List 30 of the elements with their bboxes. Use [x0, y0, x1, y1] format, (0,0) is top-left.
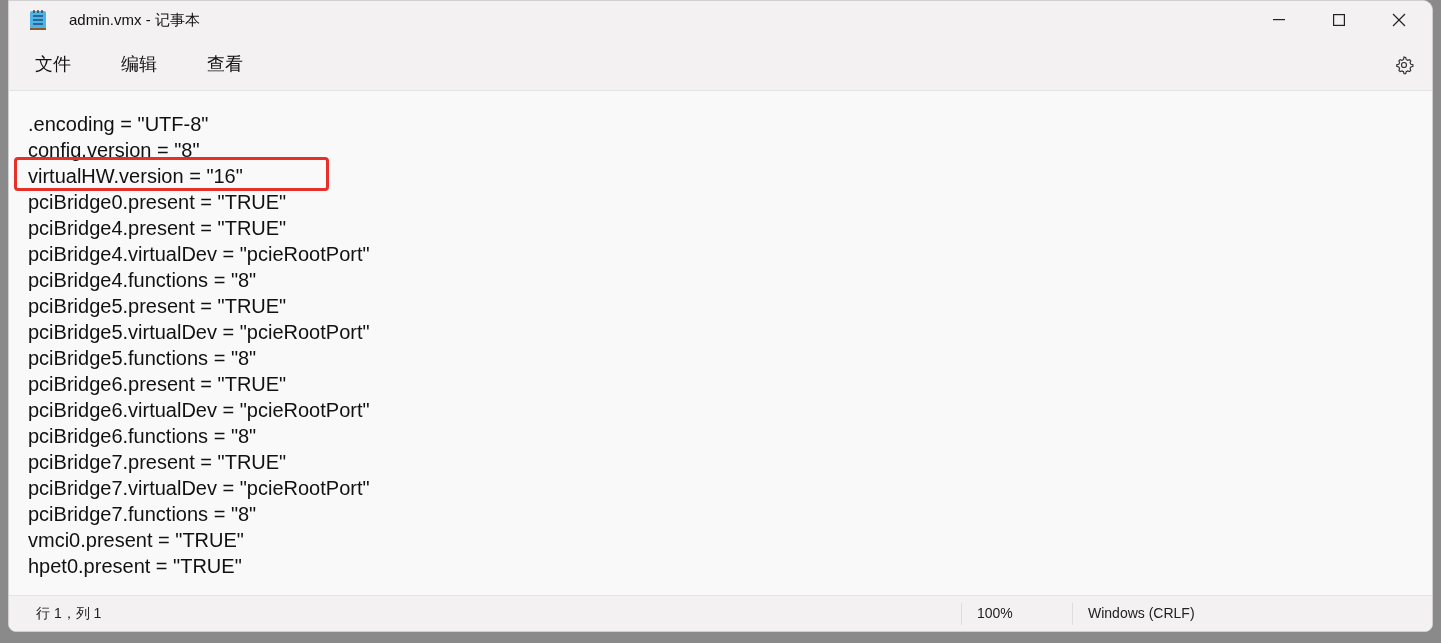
code-line: pciBridge6.present = "TRUE": [28, 372, 287, 397]
code-line: pciBridge6.functions = "8": [28, 424, 257, 449]
code-line: pciBridge5.functions = "8": [28, 346, 257, 371]
cursor-position: 行 1，列 1: [36, 604, 103, 623]
menu-item[interactable]: 编辑: [111, 47, 167, 82]
zoom-level: 100%: [977, 604, 1014, 623]
code-line: pciBridge7.functions = "8": [28, 502, 257, 527]
code-line: pciBridge5.present = "TRUE": [28, 294, 287, 319]
code-line: vmci0.present = "TRUE": [28, 528, 244, 553]
window-title: admin.vmx - 记事本: [69, 9, 200, 30]
menu-item[interactable]: 文件: [25, 47, 81, 82]
code-line: pciBridge4.virtualDev = "pcieRootPort": [28, 242, 370, 267]
notepad-icon: [29, 9, 47, 31]
code-line: pciBridge7.virtualDev = "pcieRootPort": [28, 476, 370, 501]
code-line: pciBridge5.virtualDev = "pcieRootPort": [28, 320, 370, 345]
minimize-icon: [1273, 19, 1285, 21]
settings-icon[interactable]: [1394, 54, 1414, 75]
code-line: pciBridge0.present = "TRUE": [28, 190, 287, 215]
code-line: virtualHW.version = "16": [28, 164, 243, 189]
line-ending: Windows (CRLF): [1088, 604, 1195, 623]
code-line: hpet0.present = "TRUE": [28, 554, 242, 579]
code-line: config.version = "8": [28, 138, 200, 163]
code-line: .encoding = "UTF-8": [28, 112, 209, 137]
code-line: pciBridge4.present = "TRUE": [28, 216, 287, 241]
code-line: pciBridge6.virtualDev = "pcieRootPort": [28, 398, 370, 423]
menu-item[interactable]: 查看: [197, 47, 253, 82]
code-line: pciBridge7.present = "TRUE": [28, 450, 287, 475]
code-line: pciBridge4.functions = "8": [28, 268, 257, 293]
close-icon: [1392, 13, 1406, 27]
maximize-icon: [1333, 14, 1345, 26]
